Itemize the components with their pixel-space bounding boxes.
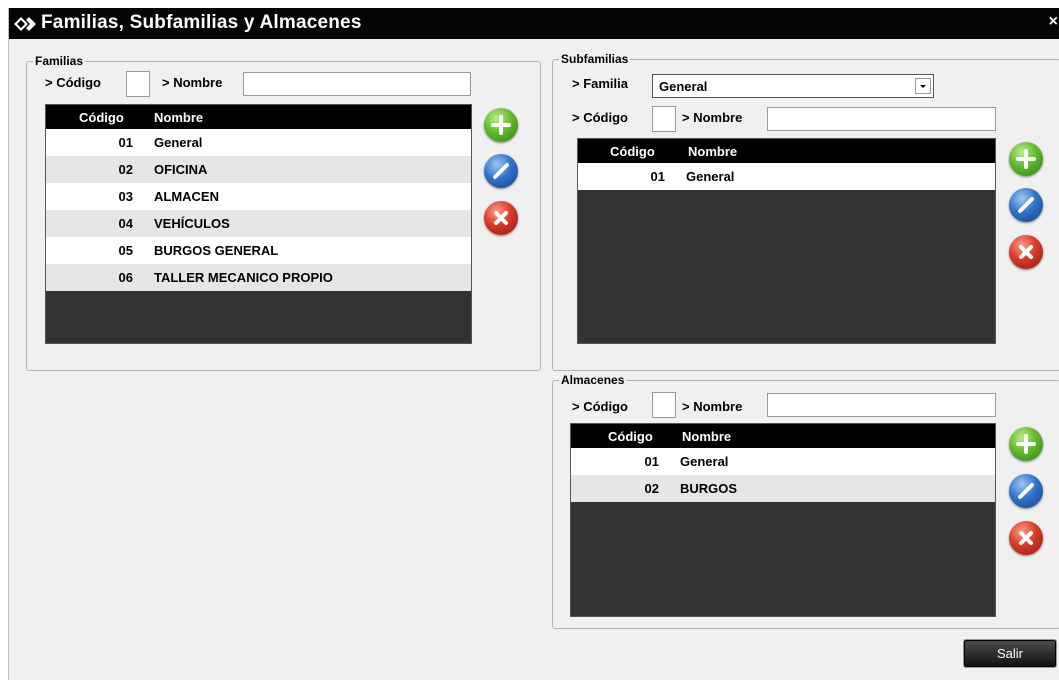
table-row[interactable]: 03 ALMACEN — [46, 183, 471, 210]
subfamilias-familia-label: > Familia — [572, 76, 628, 91]
row-nombre: BURGOS — [680, 481, 738, 496]
close-icon[interactable]: × — [1049, 14, 1058, 30]
table-row[interactable]: 01 General — [578, 163, 995, 190]
table-header: Código Nombre — [571, 424, 995, 448]
almacenes-delete-button[interactable] — [1009, 521, 1043, 555]
pencil-icon — [493, 163, 509, 179]
familias-delete-button[interactable] — [484, 201, 518, 235]
row-nombre: General — [686, 169, 735, 184]
row-nombre: OFICINA — [154, 162, 208, 177]
almacenes-table: Código Nombre 01 General 02 BURGOS — [570, 423, 996, 617]
table-header: Código Nombre — [46, 105, 471, 129]
x-icon — [1019, 531, 1033, 545]
row-codigo: 02 — [118, 162, 133, 177]
row-nombre: BURGOS GENERAL — [154, 243, 279, 258]
column-header-nombre: Nombre — [154, 110, 204, 125]
title-bar: Familias, Subfamilias y Almacenes × — [9, 8, 1059, 39]
pencil-icon — [1018, 197, 1034, 213]
table-header: Código Nombre — [578, 139, 995, 163]
subfamilias-add-button[interactable] — [1009, 142, 1043, 176]
plus-icon — [1016, 434, 1036, 454]
plus-icon — [491, 115, 511, 135]
subfamilias-codigo-label: > Código — [572, 110, 628, 125]
subfamilias-familia-select[interactable]: General — [652, 74, 934, 98]
table-row[interactable]: 01 General — [571, 448, 995, 475]
x-icon — [1019, 245, 1033, 259]
column-header-codigo: Código — [608, 429, 653, 444]
subfamilias-delete-button[interactable] — [1009, 235, 1043, 269]
subfamilias-legend: Subfamilias — [561, 52, 629, 66]
row-codigo: 02 — [644, 481, 659, 496]
column-header-nombre: Nombre — [682, 429, 732, 444]
familias-nombre-input[interactable] — [243, 72, 471, 96]
subfamilias-codigo-input[interactable] — [652, 106, 676, 132]
column-header-nombre: Nombre — [688, 144, 738, 159]
subfamilias-table: Código Nombre 01 General — [577, 138, 996, 344]
table-row[interactable]: 06 TALLER MECANICO PROPIO — [46, 264, 471, 291]
table-row[interactable]: 02 OFICINA — [46, 156, 471, 183]
familias-edit-button[interactable] — [484, 154, 518, 188]
diamond-arrows-icon — [14, 17, 36, 31]
row-nombre: General — [154, 135, 203, 150]
plus-icon — [1016, 149, 1036, 169]
row-codigo: 01 — [118, 135, 133, 150]
familias-codigo-input[interactable] — [126, 71, 150, 97]
row-codigo: 06 — [118, 270, 133, 285]
dialog-window: Familias, Subfamilias y Almacenes × Fami… — [8, 8, 1059, 680]
familias-add-button[interactable] — [484, 108, 518, 142]
almacenes-legend: Almacenes — [561, 373, 625, 387]
row-codigo: 01 — [644, 454, 659, 469]
row-codigo: 04 — [118, 216, 133, 231]
almacenes-rows: 01 General 02 BURGOS — [571, 448, 995, 502]
familias-codigo-label: > Código — [45, 75, 101, 90]
almacenes-nombre-label: > Nombre — [682, 399, 743, 414]
row-nombre: TALLER MECANICO PROPIO — [154, 270, 333, 285]
subfamilias-edit-button[interactable] — [1009, 188, 1043, 222]
subfamilias-rows: 01 General — [578, 163, 995, 190]
row-nombre: General — [680, 454, 729, 469]
column-header-codigo: Código — [610, 144, 655, 159]
salir-button[interactable]: Salir — [964, 640, 1056, 667]
x-icon — [494, 211, 508, 225]
almacenes-codigo-label: > Código — [572, 399, 628, 414]
pencil-icon — [1018, 483, 1034, 499]
row-codigo: 01 — [650, 169, 665, 184]
column-header-codigo: Código — [79, 110, 124, 125]
row-nombre: ALMACEN — [154, 189, 219, 204]
almacenes-add-button[interactable] — [1009, 427, 1043, 461]
familias-nombre-label: > Nombre — [162, 75, 223, 90]
almacenes-edit-button[interactable] — [1009, 474, 1043, 508]
subfamilias-nombre-input[interactable] — [767, 107, 996, 131]
almacenes-codigo-input[interactable] — [652, 392, 676, 418]
familia-selected-value: General — [659, 79, 708, 94]
row-codigo: 03 — [118, 189, 133, 204]
row-codigo: 05 — [118, 243, 133, 258]
familias-rows: 01 General 02 OFICINA 03 ALMACEN 04 VEHÍ… — [46, 129, 471, 291]
table-row[interactable]: 02 BURGOS — [571, 475, 995, 502]
familias-table: Código Nombre 01 General 02 OFICINA 03 A… — [45, 104, 472, 344]
chevron-down-icon[interactable] — [915, 78, 931, 94]
subfamilias-nombre-label: > Nombre — [682, 110, 743, 125]
table-row[interactable]: 05 BURGOS GENERAL — [46, 237, 471, 264]
window-title: Familias, Subfamilias y Almacenes — [41, 12, 362, 33]
table-row[interactable]: 04 VEHÍCULOS — [46, 210, 471, 237]
table-row[interactable]: 01 General — [46, 129, 471, 156]
familias-legend: Familias — [35, 54, 84, 68]
row-nombre: VEHÍCULOS — [154, 216, 230, 231]
almacenes-nombre-input[interactable] — [767, 393, 996, 417]
